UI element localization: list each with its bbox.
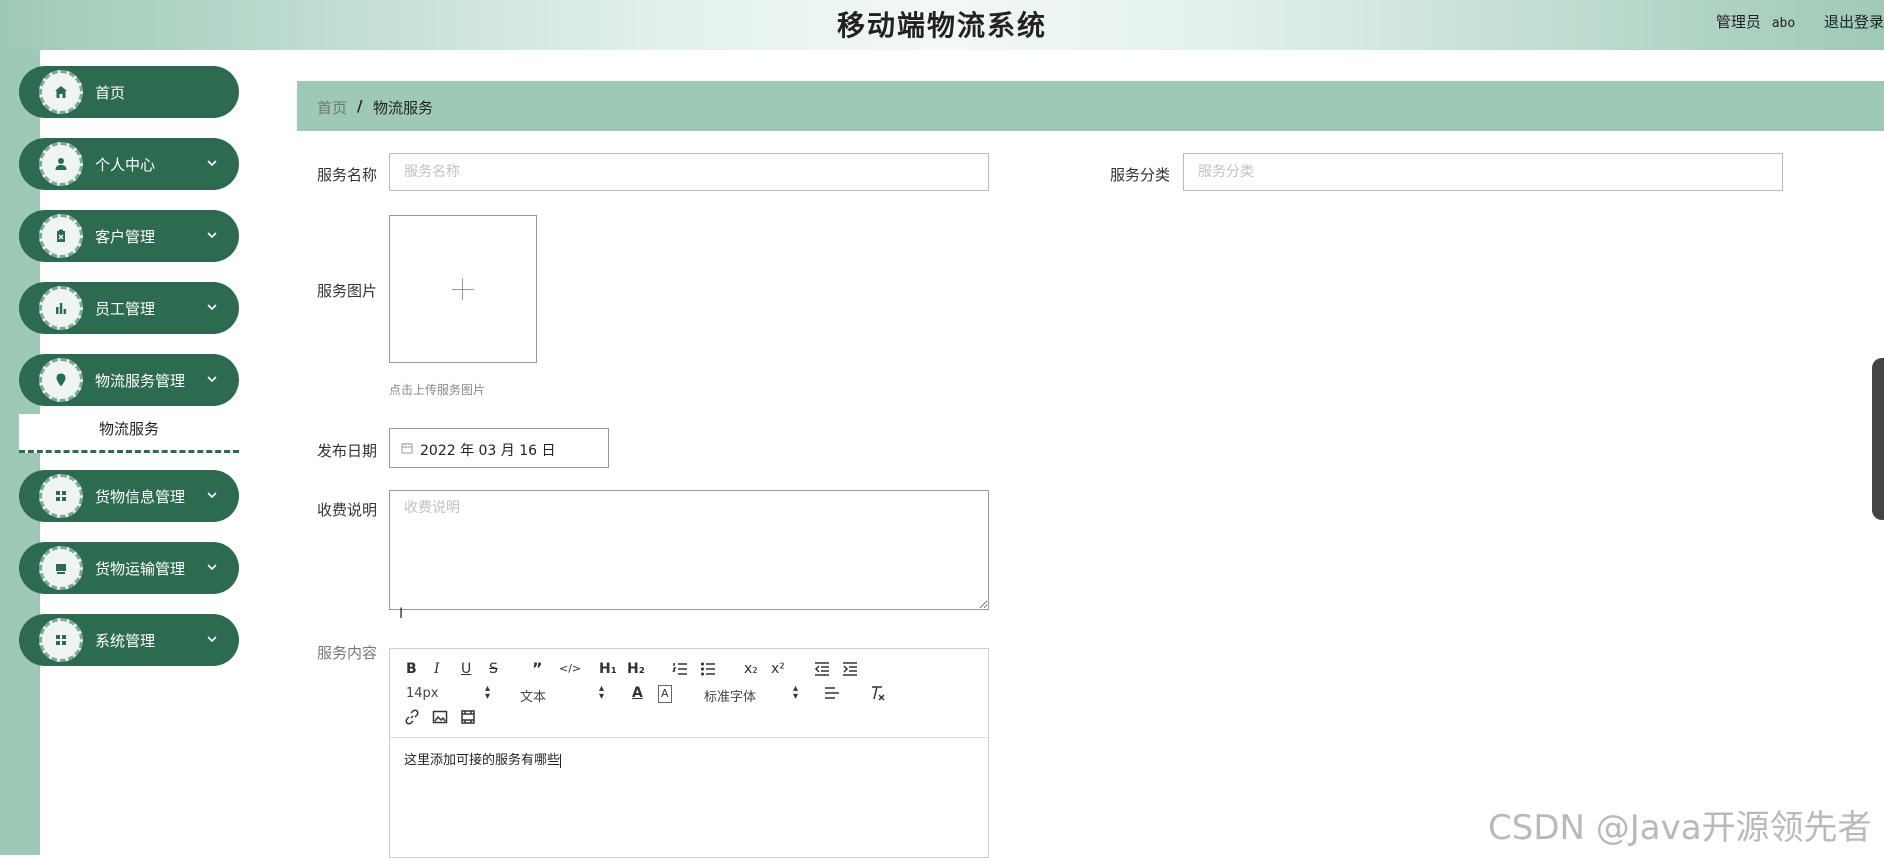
select-caret-icon: ▴ ▾ — [598, 683, 604, 702]
editor-content[interactable]: 这里添加可接的服务有哪些 — [404, 749, 562, 768]
chevron-down-icon — [207, 372, 217, 383]
strikethrough-button[interactable]: S — [489, 661, 498, 677]
font-family-select[interactable]: 标准字体 ▴ ▾ — [704, 683, 798, 706]
clear-format-icon[interactable] — [869, 685, 885, 705]
box-icon — [39, 546, 83, 590]
service-image-label: 服务图片 — [316, 282, 377, 300]
code-button[interactable]: </> — [559, 661, 581, 677]
user-icon — [39, 142, 83, 186]
superscript-button[interactable]: x² — [771, 661, 785, 677]
service-category-label: 服务分类 — [1109, 166, 1170, 184]
fee-description-label: 收费说明 — [316, 501, 377, 519]
text-caret — [560, 753, 562, 768]
text-cursor-icon: I — [399, 606, 404, 622]
submenu-item-logistics-service[interactable]: 物流服务 — [19, 414, 239, 453]
select-caret-icon: ▴ ▾ — [484, 683, 490, 702]
sidebar-item-customer[interactable]: 客户管理 — [19, 210, 239, 262]
quote-button[interactable]: ” — [532, 661, 543, 677]
app-title: 移动端物流系统 — [836, 9, 1047, 42]
sidebar-item-logistics-service[interactable]: 物流服务管理 — [19, 354, 239, 406]
watermark-text: CSDN @Java开源领先者 — [1488, 808, 1872, 848]
side-scroll-handle[interactable] — [1872, 358, 1884, 520]
chevron-down-icon — [207, 156, 217, 167]
bullet-list-icon[interactable] — [700, 661, 716, 681]
logout-link[interactable]: 退出登录 — [1824, 11, 1884, 32]
chevron-down-icon — [207, 228, 217, 239]
image-icon[interactable] — [432, 709, 448, 729]
italic-button[interactable]: I — [434, 661, 440, 677]
header-bar: 移动端物流系统 管理员 abo 退出登录 — [0, 0, 1884, 50]
breadcrumb-current: 物流服务 — [373, 99, 434, 117]
sidebar-item-label: 货物信息管理 — [95, 488, 186, 506]
heading2-button[interactable]: H₂ — [627, 661, 645, 677]
user-role: 管理员 — [1715, 13, 1761, 31]
text-style-value: 文本 — [520, 690, 547, 705]
video-icon[interactable] — [460, 709, 476, 729]
outdent-icon[interactable] — [814, 661, 830, 681]
sidebar-item-label: 个人中心 — [95, 156, 156, 174]
publish-date-value: 2022 年 03 月 16 日 — [420, 443, 556, 459]
link-icon[interactable] — [404, 709, 420, 729]
plus-icon — [452, 289, 474, 290]
sidebar-item-label: 货物运输管理 — [95, 560, 186, 578]
breadcrumb-separator: / — [357, 97, 363, 115]
sidebar-item-goods-transport[interactable]: 货物运输管理 — [19, 542, 239, 594]
username: abo — [1771, 16, 1796, 31]
breadcrumb: 首页 / 物流服务 — [297, 81, 1884, 131]
user-area: 管理员 abo 退出登录 — [1716, 11, 1884, 32]
font-family-value: 标准字体 — [704, 690, 757, 705]
background-color-icon[interactable]: A — [658, 685, 672, 703]
calendar-icon — [401, 442, 413, 454]
home-icon — [39, 70, 83, 114]
ordered-list-icon[interactable] — [672, 661, 688, 681]
chevron-down-icon — [207, 632, 217, 643]
chevron-down-icon — [207, 560, 217, 571]
sidebar-item-system[interactable]: 系统管理 — [19, 614, 239, 666]
select-caret-icon: ▴ ▾ — [792, 683, 798, 702]
editor-text: 这里添加可接的服务有哪些 — [404, 753, 561, 768]
sidebar-item-label: 系统管理 — [95, 632, 156, 650]
align-icon[interactable] — [824, 685, 840, 705]
clipboard-icon — [39, 214, 83, 258]
upload-hint: 点击上传服务图片 — [389, 383, 486, 397]
font-size-value: 14px — [406, 686, 439, 701]
sidebar-item-home[interactable]: 首页 — [19, 66, 239, 118]
service-name-label: 服务名称 — [316, 166, 377, 184]
font-size-select[interactable]: 14px ▴ ▾ — [406, 683, 490, 702]
rich-text-editor[interactable]: B I U S ” </> H₁ H₂ x₂ x² 14px ▴ ▾ 文本 ▴ ▾ … — [389, 648, 989, 858]
publish-date-picker[interactable]: 2022 年 03 月 16 日 — [389, 428, 609, 468]
sidebar-item-label: 员工管理 — [95, 300, 156, 318]
sidebar-item-goods-info[interactable]: 货物信息管理 — [19, 470, 239, 522]
chevron-down-icon — [207, 300, 217, 311]
font-color-icon[interactable]: A — [632, 685, 643, 701]
sidebar-item-label: 首页 — [95, 84, 126, 102]
indent-icon[interactable] — [842, 661, 858, 681]
service-category-input[interactable] — [1183, 153, 1783, 191]
publish-date-label: 发布日期 — [316, 442, 377, 460]
sidebar-item-personal-center[interactable]: 个人中心 — [19, 138, 239, 190]
heading1-button[interactable]: H₁ — [599, 661, 617, 677]
underline-button[interactable]: U — [461, 661, 471, 677]
location-pin-icon — [39, 358, 83, 402]
breadcrumb-home[interactable]: 首页 — [317, 97, 347, 118]
grid-icon — [39, 474, 83, 518]
bar-chart-icon — [39, 286, 83, 330]
sidebar-item-label: 客户管理 — [95, 228, 156, 246]
chevron-down-icon — [207, 488, 217, 499]
fee-description-textarea[interactable] — [389, 490, 989, 610]
text-style-select[interactable]: 文本 ▴ ▾ — [520, 683, 604, 706]
image-upload-button[interactable] — [389, 215, 537, 363]
sidebar-item-staff[interactable]: 员工管理 — [19, 282, 239, 334]
service-content-label: 服务内容 — [316, 644, 377, 662]
bold-button[interactable]: B — [406, 661, 417, 677]
sidebar-item-label: 物流服务管理 — [95, 372, 186, 390]
service-name-input[interactable] — [389, 153, 989, 191]
grid-icon — [39, 618, 83, 662]
editor-toolbar: B I U S ” </> H₁ H₂ x₂ x² 14px ▴ ▾ 文本 ▴ ▾ … — [390, 649, 988, 738]
subscript-button[interactable]: x₂ — [744, 661, 758, 677]
